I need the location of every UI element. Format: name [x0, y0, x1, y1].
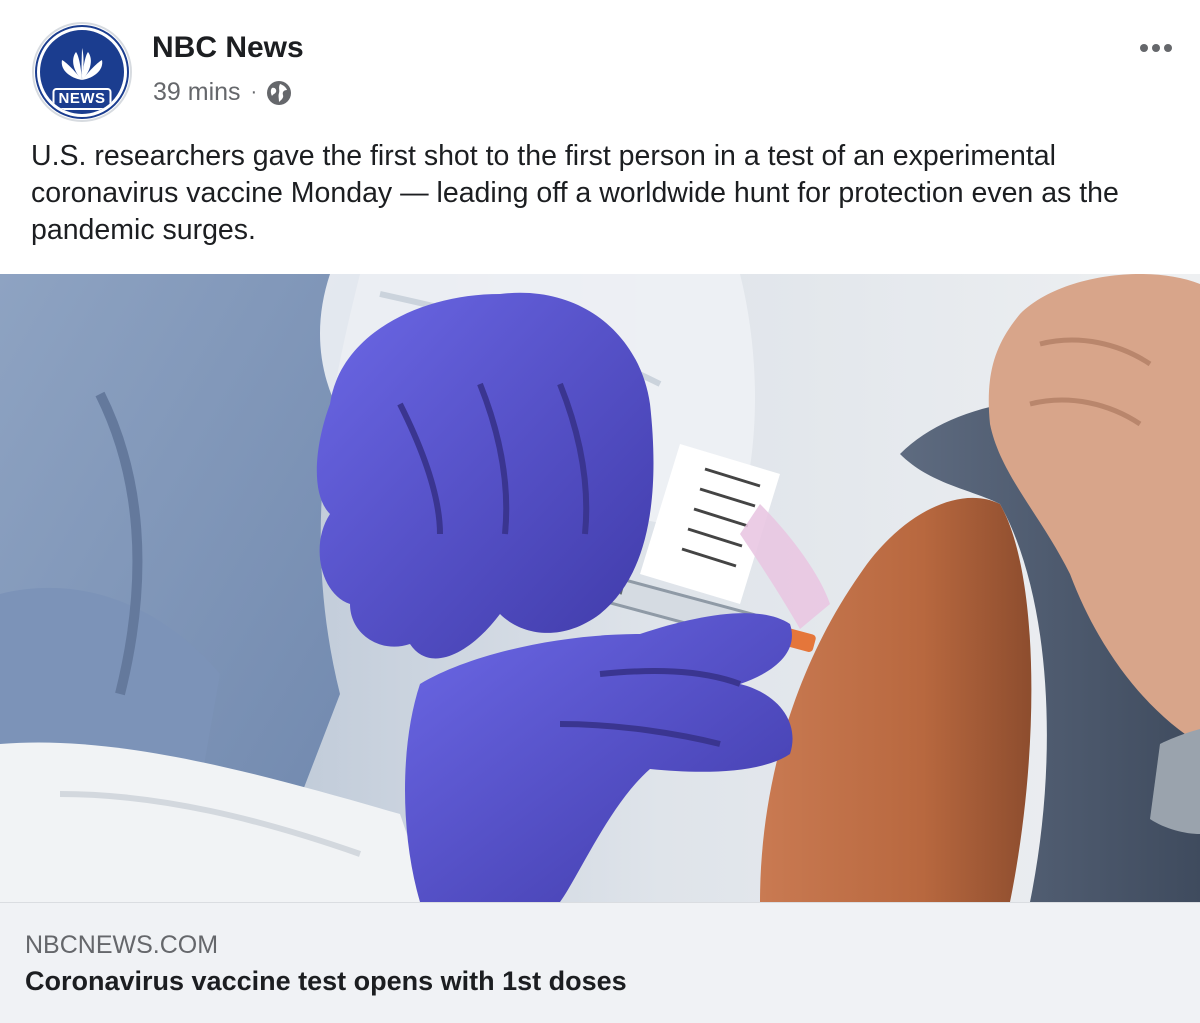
link-preview-image[interactable]: [0, 274, 1200, 902]
post-header: NEWS NBC News 39 mins ·: [0, 0, 1200, 130]
more-options-icon[interactable]: [1138, 38, 1174, 58]
globe-icon[interactable]: [266, 80, 292, 106]
facebook-post: NEWS NBC News 39 mins · U.S. researchers…: [0, 0, 1200, 1023]
post-timestamp[interactable]: 39 mins: [153, 78, 241, 107]
page-avatar[interactable]: NEWS: [32, 22, 132, 122]
nbc-peacock-logo: NEWS: [37, 27, 127, 117]
post-text: U.S. researchers gave the first shot to …: [31, 140, 1119, 246]
link-preview-footer[interactable]: NBCNEWS.COM Coronavirus vaccine test ope…: [0, 902, 1200, 1023]
meta-separator: ·: [250, 81, 258, 103]
news-badge: NEWS: [52, 88, 112, 110]
post-meta: 39 mins ·: [153, 78, 292, 107]
link-title[interactable]: Coronavirus vaccine test opens with 1st …: [25, 966, 627, 997]
link-domain: NBCNEWS.COM: [25, 931, 219, 959]
page-name-link[interactable]: NBC News: [152, 31, 304, 65]
